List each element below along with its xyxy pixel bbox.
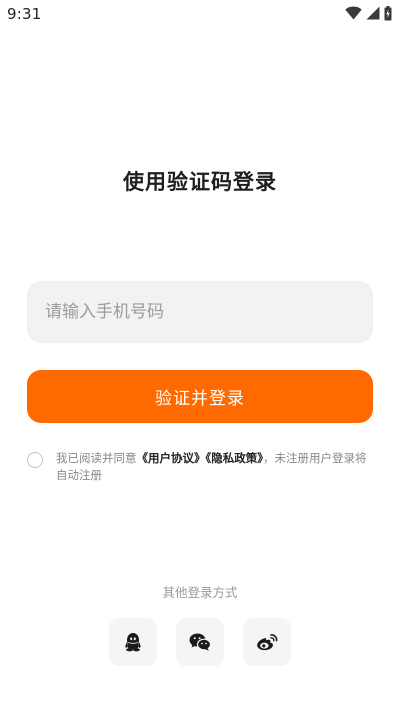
agreement-prefix: 我已阅读并同意 [56, 451, 137, 465]
page-title: 使用验证码登录 [123, 170, 277, 194]
signal-icon [366, 6, 380, 20]
user-agreement-link[interactable]: 《用户协议》 [137, 451, 206, 465]
agreement-text: 我已阅读并同意《用户协议》《隐私政策》，未注册用户登录将自动注册 [56, 450, 376, 484]
wifi-icon [345, 6, 362, 20]
status-time: 9:31 [7, 5, 42, 23]
agree-checkbox[interactable] [27, 452, 43, 468]
weibo-login-button[interactable] [243, 618, 291, 666]
battery-charging-icon [384, 5, 392, 21]
qq-icon [124, 632, 142, 652]
wechat-icon [189, 633, 211, 651]
weibo-icon [256, 633, 278, 652]
wechat-login-button[interactable] [176, 618, 224, 666]
privacy-policy-link[interactable]: 《隐私政策》 [206, 451, 264, 465]
qq-login-button[interactable] [109, 618, 157, 666]
status-icons [345, 5, 392, 21]
phone-input[interactable] [27, 281, 373, 343]
verify-and-login-button[interactable]: 验证并登录 [27, 370, 373, 423]
other-login-title: 其他登录方式 [162, 585, 238, 600]
social-login-row [109, 618, 291, 666]
status-bar: 9:31 [0, 0, 400, 28]
